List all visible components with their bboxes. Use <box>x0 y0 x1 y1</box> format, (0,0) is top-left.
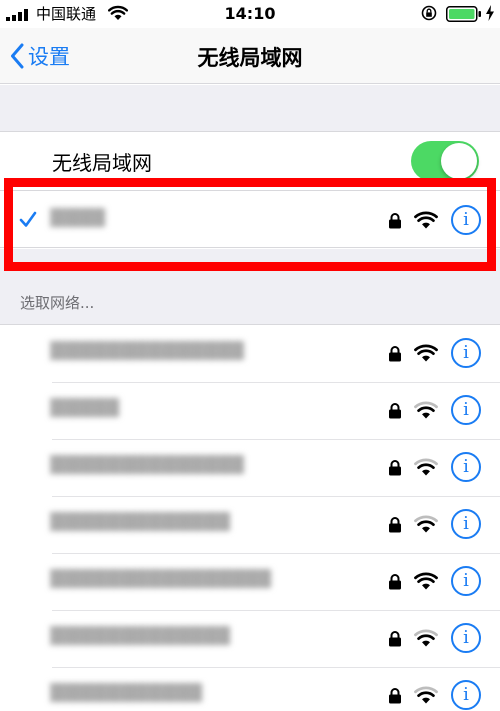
section-spacer <box>0 85 500 132</box>
wifi-signal-icon <box>414 344 438 362</box>
network-row[interactable]: ▓▓▓▓▓▓▓▓▓▓▓▓▓ i <box>0 610 500 667</box>
page-title: 无线局域网 <box>197 46 303 70</box>
lock-icon <box>389 346 401 362</box>
section-header: 选取网络... <box>20 294 95 312</box>
network-name: ▓▓▓▓▓▓▓▓▓▓▓▓▓ <box>50 512 230 532</box>
network-row[interactable]: ▓▓▓▓▓▓▓▓▓▓▓▓▓▓▓▓ i <box>0 553 500 610</box>
lock-icon <box>389 574 401 590</box>
toggle-knob <box>441 143 477 179</box>
wifi-signal-icon <box>414 572 438 590</box>
charging-bolt-icon <box>486 5 494 21</box>
info-button[interactable]: i <box>451 452 481 482</box>
network-name: ▓▓▓▓▓▓▓▓▓▓▓▓▓ <box>50 626 230 646</box>
info-button[interactable]: i <box>451 395 481 425</box>
network-name: ▓▓▓▓▓▓▓▓▓▓▓ <box>50 683 203 703</box>
wifi-signal-icon <box>414 458 438 476</box>
network-name: ▓▓▓▓▓ <box>50 398 120 418</box>
info-button[interactable]: i <box>451 509 481 539</box>
wifi-signal-icon <box>414 401 438 419</box>
info-button[interactable]: i <box>451 680 481 710</box>
status-bar: 中国联通 14:10 <box>0 0 500 28</box>
lock-icon <box>389 403 401 419</box>
wifi-signal-icon <box>414 629 438 647</box>
info-button[interactable]: i <box>451 566 481 596</box>
network-list: ▓▓▓▓▓▓▓▓▓▓▓▓▓▓ i ▓▓▓▓▓ i ▓▓▓▓▓▓▓▓▓▓▓▓▓▓ i ▓▓▓▓… <box>0 324 500 711</box>
lock-icon <box>389 631 401 647</box>
wifi-signal-icon <box>414 686 438 704</box>
network-row[interactable]: ▓▓▓▓▓▓▓▓▓▓▓▓▓▓ i <box>0 439 500 496</box>
lock-icon <box>389 460 401 476</box>
network-name: ▓▓▓▓▓▓▓▓▓▓▓▓▓▓ <box>50 341 244 361</box>
network-name: ▓▓▓▓▓▓▓▓▓▓▓▓▓▓ <box>50 455 244 475</box>
lock-icon <box>389 517 401 533</box>
wifi-signal-icon <box>414 515 438 533</box>
annotation-highlight-box <box>4 178 496 271</box>
network-name: ▓▓▓▓▓▓▓▓▓▓▓▓▓▓▓▓ <box>50 569 272 589</box>
lock-icon <box>389 688 401 704</box>
info-button[interactable]: i <box>451 623 481 653</box>
battery-icon <box>446 6 481 22</box>
navigation-bar: 设置 无线局域网 <box>0 28 500 84</box>
network-row[interactable]: ▓▓▓▓▓▓▓▓▓▓▓ i <box>0 667 500 711</box>
wifi-toggle-switch[interactable] <box>411 141 479 181</box>
wifi-toggle-label: 无线局域网 <box>52 151 152 175</box>
info-button[interactable]: i <box>451 338 481 368</box>
network-row[interactable]: ▓▓▓▓▓▓▓▓▓▓▓▓▓▓ i <box>0 325 500 382</box>
network-row[interactable]: ▓▓▓▓▓ i <box>0 382 500 439</box>
network-row[interactable]: ▓▓▓▓▓▓▓▓▓▓▓▓▓ i <box>0 496 500 553</box>
orientation-lock-icon <box>421 5 437 21</box>
